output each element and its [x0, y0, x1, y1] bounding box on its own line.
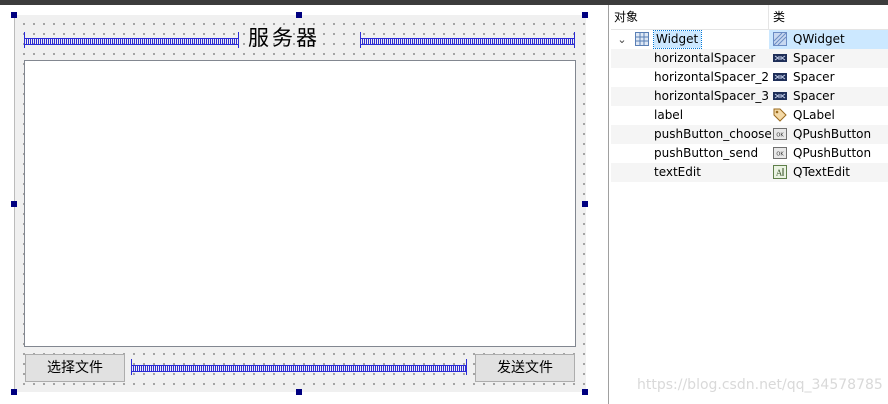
object-name: horizontalSpacer_2	[654, 70, 769, 84]
spacer-cap	[131, 359, 132, 375]
class-name: QLabel	[793, 108, 835, 122]
server-title-label[interactable]: 服务器	[242, 23, 326, 53]
class-cell: OK QPushButton	[769, 125, 888, 144]
class-name: QTextEdit	[793, 165, 850, 179]
object-cell: horizontalSpacer_3	[611, 87, 769, 106]
object-tree: ⌄ Widget QWidget horizontalSpacer Spacer…	[611, 30, 888, 182]
object-name: textEdit	[654, 165, 701, 179]
tree-row[interactable]: pushButton_send OK QPushButton	[611, 144, 888, 163]
column-separator[interactable]	[768, 5, 769, 29]
selection-handle-bottom-left[interactable]	[11, 389, 17, 395]
spacer-spring	[131, 365, 467, 372]
class-name: QWidget	[793, 32, 845, 46]
class-cell: Spacer	[769, 49, 888, 68]
spacer-cap	[360, 32, 361, 48]
object-name: horizontalSpacer_3	[654, 89, 769, 103]
tree-row[interactable]: textEdit A QTextEdit	[611, 163, 888, 182]
spacer-icon	[773, 70, 787, 84]
class-name: Spacer	[793, 70, 835, 84]
selection-handle-right[interactable]	[582, 201, 588, 207]
object-name: horizontalSpacer	[654, 51, 756, 65]
qwidget-class-icon	[773, 32, 787, 46]
selection-handle-bottom[interactable]	[296, 389, 302, 395]
selection-handle-left[interactable]	[11, 201, 17, 207]
horizontal-spacer-bottom[interactable]	[131, 359, 467, 375]
object-inspector: 对象 类 ⌄ Widget QWidget horizontalSpacer S…	[611, 5, 888, 404]
object-cell: horizontalSpacer	[611, 49, 768, 68]
tree-row[interactable]: label QLabel	[611, 106, 888, 125]
class-cell: Spacer	[769, 87, 888, 106]
class-name: Spacer	[793, 89, 835, 103]
pane-divider[interactable]	[608, 5, 609, 404]
class-cell: QLabel	[769, 106, 888, 125]
spacer-spring	[360, 38, 575, 45]
tree-row[interactable]: ⌄ Widget QWidget	[611, 30, 888, 49]
spacer-cap	[574, 32, 575, 48]
column-header-object[interactable]: 对象	[614, 5, 638, 29]
class-cell: OK QPushButton	[769, 144, 888, 163]
svg-text:OK: OK	[776, 152, 784, 158]
object-cell: textEdit	[611, 163, 768, 182]
tree-row[interactable]: horizontalSpacer_3 Spacer	[611, 87, 888, 106]
object-name: pushButton_choose	[654, 127, 772, 141]
tree-row[interactable]: horizontalSpacer_2 Spacer	[611, 68, 888, 87]
selection-handle-bottom-right[interactable]	[582, 389, 588, 395]
svg-text:A: A	[775, 169, 782, 178]
textedit-icon: A	[773, 165, 787, 179]
text-edit[interactable]	[24, 60, 576, 347]
spacer-icon	[773, 89, 787, 103]
spacer-icon	[773, 51, 787, 65]
tree-row[interactable]: horizontalSpacer Spacer	[611, 49, 888, 68]
watermark-text: https://blog.csdn.net/qq_34578785	[637, 377, 883, 393]
spacer-cap	[466, 359, 467, 375]
class-cell: A QTextEdit	[769, 163, 888, 182]
widget-grid-icon	[635, 32, 649, 46]
class-name: QPushButton	[793, 146, 872, 160]
chevron-down-icon[interactable]: ⌄	[616, 30, 628, 49]
tree-row[interactable]: pushButton_choose OK QPushButton	[611, 125, 888, 144]
object-cell: horizontalSpacer_2	[611, 68, 769, 87]
inspector-header: 对象 类	[611, 5, 888, 30]
class-cell: Spacer	[769, 68, 888, 87]
object-name: pushButton_send	[654, 146, 759, 160]
spacer-spring	[24, 38, 239, 45]
pushbutton-icon: OK	[773, 127, 787, 141]
selection-handle-top[interactable]	[296, 12, 302, 18]
spacer-cap	[238, 32, 239, 48]
object-name: Widget	[652, 30, 703, 49]
object-cell: ⌄ Widget	[611, 30, 768, 49]
column-header-class[interactable]: 类	[773, 5, 785, 29]
horizontal-spacer-right[interactable]	[360, 32, 575, 48]
object-cell: label	[611, 106, 768, 125]
pushbutton-icon: OK	[773, 146, 787, 160]
label-tag-icon	[773, 108, 787, 122]
object-cell: pushButton_send	[611, 144, 768, 163]
class-cell: QWidget	[769, 30, 888, 49]
selection-handle-top-left[interactable]	[11, 12, 17, 18]
choose-file-button[interactable]: 选择文件	[25, 354, 125, 382]
svg-text:OK: OK	[776, 133, 784, 139]
selection-handle-top-right[interactable]	[582, 12, 588, 18]
object-name: label	[654, 108, 684, 122]
class-name: QPushButton	[793, 127, 872, 141]
spacer-cap	[24, 32, 25, 48]
send-file-button[interactable]: 发送文件	[475, 354, 575, 382]
class-name: Spacer	[793, 51, 835, 65]
object-cell: pushButton_choose	[611, 125, 772, 144]
horizontal-spacer-left[interactable]	[24, 32, 239, 48]
